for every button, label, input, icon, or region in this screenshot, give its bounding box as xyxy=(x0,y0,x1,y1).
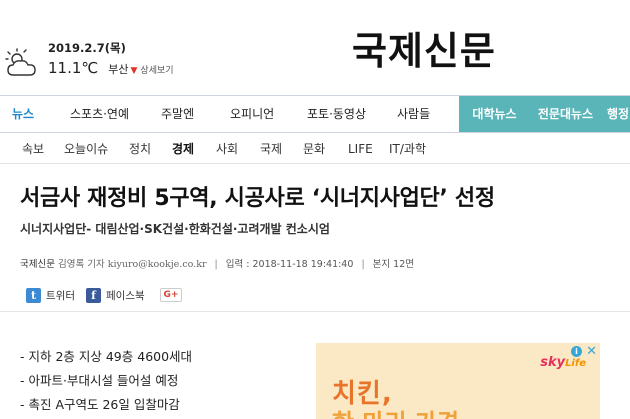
gnb-item-news[interactable]: 뉴스 xyxy=(12,96,34,132)
article-subheadline: 시너지사업단- 대림산업·SK건설·한화건설·고려개발 컨소시엄 xyxy=(20,222,330,236)
lnb-item-society[interactable]: 사회 xyxy=(216,134,238,164)
lnb-item-life[interactable]: LIFE xyxy=(348,134,373,164)
byline-divider: | xyxy=(214,259,218,270)
lnb-item-culture[interactable]: 문화 xyxy=(303,134,325,164)
weather-city[interactable]: 부산 xyxy=(108,61,128,77)
article-summary: - 지하 2층 지상 49층 4600세대 - 아파트·부대시설 들어설 예정 … xyxy=(20,345,192,417)
article-input-time: 입력 : 2018-11-18 19:41:40 xyxy=(225,259,354,270)
advertisement-banner[interactable]: i ✕ skyLife 치킨, 한 마리 가격 xyxy=(316,343,600,419)
summary-item: - 촉진 A구역도 26일 입찰마감 xyxy=(20,397,180,412)
partly-cloudy-icon xyxy=(5,48,36,76)
byline-divider: | xyxy=(361,259,365,270)
facebook-share-button[interactable]: f 페이스북 xyxy=(86,287,145,303)
sub-navigation: 속보 오늘이슈 정치 경제 사회 국제 문화 LIFE IT/과학 xyxy=(0,134,630,164)
ad-brand-sky: sky xyxy=(540,355,566,370)
weather-date: 2019.2.7(목) xyxy=(48,41,126,55)
article-reporter[interactable]: 김영록 기자 kiyuro@kookje.co.kr xyxy=(58,259,207,270)
article-byline: 국제신문 김영록 기자 kiyuro@kookje.co.kr | 입력 : 2… xyxy=(20,256,414,270)
site-logo[interactable]: 국제신문 xyxy=(352,20,496,75)
twitter-icon: t xyxy=(26,287,41,303)
chevron-down-icon[interactable]: ▼ xyxy=(131,66,138,76)
twitter-share-button[interactable]: t 트위터 xyxy=(26,287,75,303)
lnb-item-economy[interactable]: 경제 xyxy=(172,134,194,164)
gnb-item-administration[interactable]: 행정 xyxy=(601,96,630,132)
summary-item: - 아파트·부대시설 들어설 예정 xyxy=(20,373,179,388)
lnb-item-politics[interactable]: 정치 xyxy=(129,134,151,164)
article-edition: 본지 12면 xyxy=(372,259,415,270)
twitter-share-label: 트위터 xyxy=(46,289,75,302)
weather-widget: 2019.2.7(목) 11.1℃ 부산 ▼ 상세보기 xyxy=(4,40,174,78)
gnb-item-university-news[interactable]: 대학뉴스 xyxy=(459,96,530,132)
summary-item: - 지하 2층 지상 49층 4600세대 xyxy=(20,349,193,364)
lnb-item-international[interactable]: 국제 xyxy=(260,134,282,164)
close-icon[interactable]: ✕ xyxy=(586,344,597,359)
gnb-item-college-news[interactable]: 전문대뉴스 xyxy=(530,96,601,132)
ad-brand-logo: skyLife xyxy=(540,355,586,370)
google-plus-icon: G+ xyxy=(160,288,182,302)
lnb-item-breaking[interactable]: 속보 xyxy=(22,134,44,164)
ad-subheadline: 한 마리 가격 xyxy=(332,403,459,419)
gnb-item-opinion[interactable]: 오피니언 xyxy=(230,96,274,132)
share-bar: t 트위터 f 페이스북 G+ xyxy=(0,278,630,312)
weather-temperature: 11.1℃ xyxy=(48,59,99,77)
facebook-share-label: 페이스북 xyxy=(106,289,145,302)
article-source: 국제신문 xyxy=(20,259,55,270)
facebook-icon: f xyxy=(86,287,101,303)
top-header: 2019.2.7(목) 11.1℃ 부산 ▼ 상세보기 국제신문 xyxy=(0,0,630,95)
article-headline: 서금사 재정비 5구역, 시공사로 ‘시너지사업단’ 선정 xyxy=(20,186,495,211)
lnb-item-it-science[interactable]: IT/과학 xyxy=(389,134,426,164)
gnb-item-photo-video[interactable]: 포토·동영상 xyxy=(307,96,366,132)
gnb-item-weekend[interactable]: 주말엔 xyxy=(161,96,194,132)
lnb-item-today-issue[interactable]: 오늘이슈 xyxy=(64,134,108,164)
main-navigation: 뉴스 스포츠·연예 주말엔 오피니언 포토·동영상 사람들 대학뉴스 전문대뉴스… xyxy=(0,95,630,133)
gnb-item-people[interactable]: 사람들 xyxy=(397,96,430,132)
ad-brand-life: Life xyxy=(565,358,586,369)
weather-detail-link[interactable]: 상세보기 xyxy=(140,63,173,76)
google-plus-share-button[interactable]: G+ xyxy=(160,287,182,303)
gnb-item-sports-entertainment[interactable]: 스포츠·연예 xyxy=(70,96,129,132)
